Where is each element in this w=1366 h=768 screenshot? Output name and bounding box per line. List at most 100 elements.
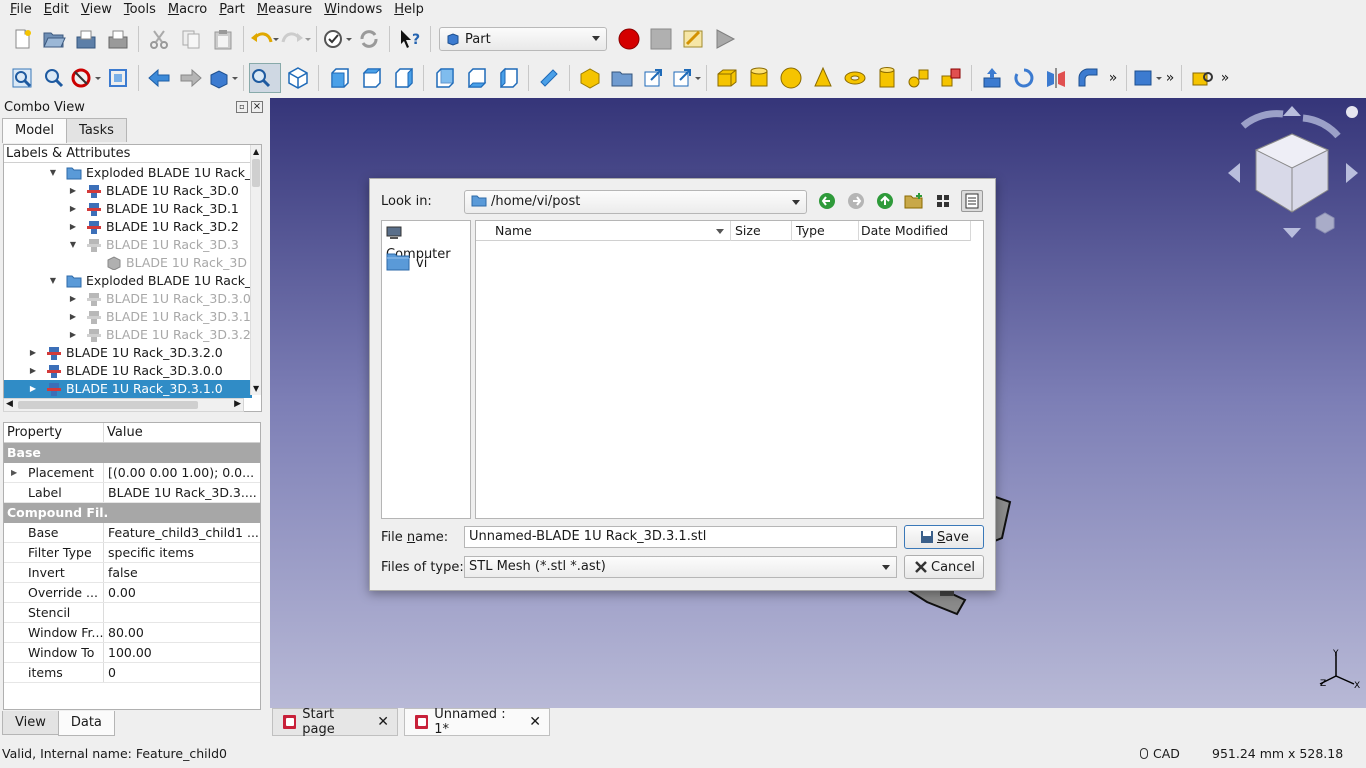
file-list[interactable]: Name Size Type Date Modified — [475, 220, 984, 519]
place-vi[interactable]: vi — [386, 251, 427, 273]
undo-icon[interactable] — [249, 24, 279, 54]
tab-data[interactable]: Data — [57, 711, 115, 736]
collapse-arrow-icon[interactable]: ▶ — [68, 182, 78, 200]
property-value[interactable]: false — [104, 563, 260, 582]
property-value[interactable]: 0 — [104, 663, 260, 682]
close-panel-icon[interactable]: × — [251, 101, 263, 113]
collapse-arrow-icon[interactable]: ▶ — [28, 344, 38, 362]
menu-part[interactable]: Part — [213, 0, 251, 20]
property-row[interactable]: ▶ Placement [(0.00 0.00 1.00); 0.0... — [4, 463, 260, 483]
shape-builder-icon[interactable] — [936, 63, 966, 93]
hscroll-thumb[interactable] — [18, 401, 198, 409]
open-icon[interactable] — [39, 24, 69, 54]
tree-item[interactable]: ▼ BLADE 1U Rack_3D.3 — [4, 236, 252, 254]
collapse-arrow-icon[interactable]: ▶ — [68, 308, 78, 326]
whats-this-icon[interactable]: ? — [395, 24, 425, 54]
paste-icon[interactable] — [208, 24, 238, 54]
scroll-thumb[interactable] — [252, 159, 260, 187]
more-tools-chevron[interactable]: » — [1104, 70, 1122, 86]
property-group-header[interactable]: Compound Fil. — [4, 503, 260, 523]
menu-help[interactable]: Help — [388, 0, 430, 20]
link-icon[interactable] — [639, 63, 669, 93]
rotate-left-arrow-icon[interactable] — [1240, 110, 1284, 129]
more-tools-chevron-3[interactable]: » — [1218, 70, 1232, 86]
file-type-select[interactable]: STL Mesh (*.stl *.ast) — [464, 556, 897, 578]
bottom-view-icon[interactable] — [461, 63, 491, 93]
property-value[interactable]: specific items — [104, 543, 260, 562]
sphere-icon[interactable] — [776, 63, 806, 93]
front-view-icon[interactable] — [324, 63, 354, 93]
menu-edit[interactable]: Edit — [38, 0, 75, 20]
close-icon[interactable]: ✕ — [529, 714, 541, 730]
tab-view[interactable]: View — [2, 711, 59, 735]
tab-start-page[interactable]: Start page ✕ — [272, 707, 398, 737]
tree-vertical-scrollbar[interactable]: ▲ ▼ — [250, 145, 261, 395]
property-row[interactable]: Invert false — [4, 563, 260, 583]
group-icon[interactable] — [607, 63, 637, 93]
mirror-icon[interactable] — [1041, 63, 1071, 93]
tree-item[interactable]: ▶ BLADE 1U Rack_3D.2 — [4, 218, 252, 236]
property-row[interactable]: Window To 100.00 — [4, 643, 260, 663]
tree-item[interactable]: ▶ BLADE 1U Rack_3D.1 — [4, 200, 252, 218]
draw-style-icon[interactable] — [71, 63, 101, 93]
place-computer[interactable]: Computer — [386, 225, 470, 262]
column-type[interactable]: Type — [792, 221, 859, 241]
list-view-icon[interactable] — [932, 190, 954, 212]
view-down-arrow-icon[interactable] — [1283, 228, 1301, 238]
collapse-arrow-icon[interactable]: ▶ — [28, 362, 38, 380]
close-icon[interactable]: ✕ — [377, 714, 389, 730]
tree-item[interactable]: ▶ BLADE 1U Rack_3D.3.1 — [4, 308, 252, 326]
selection-filter-icon[interactable] — [1132, 63, 1162, 93]
tube-icon[interactable] — [872, 63, 902, 93]
save-button[interactable]: Save — [904, 525, 984, 549]
column-date-modified[interactable]: Date Modified — [859, 221, 971, 241]
save-as-icon[interactable] — [103, 24, 133, 54]
collapse-arrow-icon[interactable]: ▶ — [68, 218, 78, 236]
menu-macro[interactable]: Macro — [162, 0, 213, 20]
rear-view-icon[interactable] — [429, 63, 459, 93]
refresh-icon[interactable] — [354, 24, 384, 54]
fillet-icon[interactable] — [1073, 63, 1103, 93]
save-icon[interactable] — [71, 24, 101, 54]
forward-icon[interactable] — [176, 63, 206, 93]
property-row[interactable]: Window Fr... 80.00 — [4, 623, 260, 643]
workbench-selector[interactable]: Part — [439, 27, 607, 51]
left-view-icon[interactable] — [493, 63, 523, 93]
macros-icon[interactable] — [678, 24, 708, 54]
new-document-icon[interactable] — [7, 24, 37, 54]
link-actions-icon[interactable] — [671, 63, 701, 93]
tree-item[interactable]: ▶ BLADE 1U Rack_3D.3.0.0 — [4, 362, 252, 380]
top-view-icon[interactable] — [356, 63, 386, 93]
column-size[interactable]: Size — [731, 221, 792, 241]
navigation-cube[interactable] — [1170, 98, 1366, 238]
property-group-header[interactable]: Base — [4, 443, 260, 463]
property-value[interactable]: [(0.00 0.00 1.00); 0.0... — [104, 463, 260, 482]
new-folder-icon[interactable] — [904, 192, 924, 210]
back-icon[interactable] — [144, 63, 174, 93]
property-value[interactable]: 100.00 — [104, 643, 260, 662]
property-row[interactable]: Stencil — [4, 603, 260, 623]
part-icon[interactable] — [575, 63, 605, 93]
expand-arrow-icon[interactable]: ▼ — [48, 272, 58, 290]
rotate-right-arrow-icon[interactable] — [1302, 114, 1341, 139]
more-tools-chevron-2[interactable]: » — [1163, 70, 1177, 86]
cut-icon[interactable] — [144, 24, 174, 54]
tree-item[interactable]: ▶ BLADE 1U Rack_3D.3.2 — [4, 326, 252, 344]
measure-distance-icon[interactable] — [534, 63, 564, 93]
primitives-icon[interactable] — [904, 63, 934, 93]
property-row[interactable]: Base Feature_child3_child1 ... — [4, 523, 260, 543]
stop-macro-icon[interactable] — [646, 24, 676, 54]
redo-icon[interactable] — [281, 24, 311, 54]
tab-model[interactable]: Model — [2, 118, 68, 143]
parent-directory-icon[interactable] — [876, 192, 894, 210]
execute-macro-icon[interactable] — [710, 24, 740, 54]
measure-icon[interactable] — [1187, 63, 1217, 93]
right-view-icon[interactable] — [388, 63, 418, 93]
forward-nav-icon[interactable] — [847, 192, 865, 210]
view-left-arrow-icon[interactable] — [1228, 163, 1240, 183]
tree-horizontal-scrollbar[interactable]: ◀ ▶ — [3, 398, 244, 412]
tab-tasks[interactable]: Tasks — [66, 118, 127, 142]
tree-item[interactable]: ▶ BLADE 1U Rack_3D.3.1.0 — [4, 380, 252, 398]
property-row[interactable]: items 0 — [4, 663, 260, 683]
torus-icon[interactable] — [840, 63, 870, 93]
